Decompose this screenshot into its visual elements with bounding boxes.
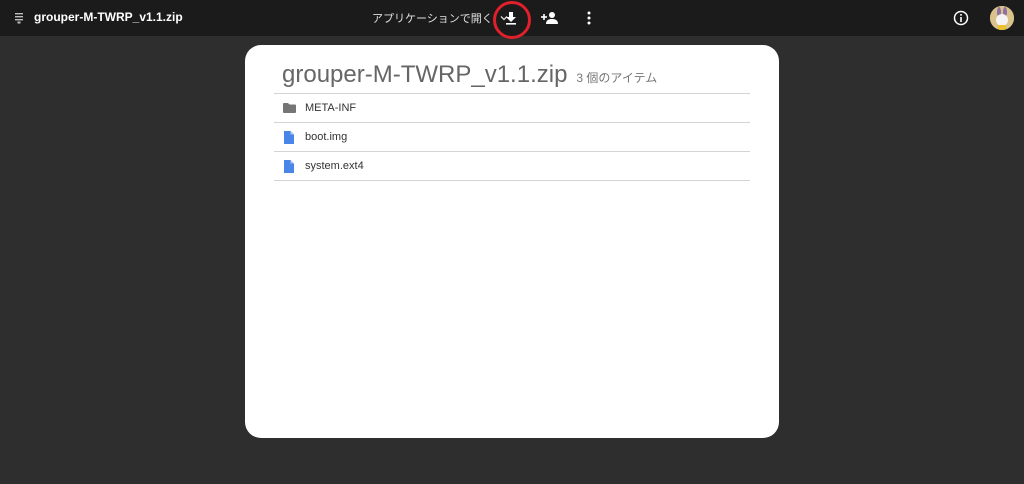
add-people-button[interactable] [538,6,562,30]
download-icon [506,12,516,25]
item-name: boot.img [305,131,348,143]
list-item[interactable]: META-INF [274,94,750,123]
add-person-icon [541,12,558,24]
archive-file-list: META-INF boot.img system.ext4 [274,93,750,181]
card-header: grouper-M-TWRP_v1.1.zip 3 個のアイテム [282,61,657,89]
item-name: META-INF [305,102,357,114]
document-icon [282,130,296,144]
open-with-label: アプリケーションで開く [372,13,493,25]
list-item[interactable]: system.ext4 [274,152,750,181]
file-name: grouper-M-TWRP_v1.1.zip [34,10,183,24]
archive-title: grouper-M-TWRP_v1.1.zip [282,61,568,88]
archive-file-icon [15,13,23,24]
top-bar: grouper-M-TWRP_v1.1.zip アプリケーションで開く [0,0,1024,39]
info-icon [953,10,969,26]
account-avatar[interactable] [990,6,1014,30]
more-options-button[interactable] [577,6,601,30]
open-with-button[interactable]: アプリケーションで開く [372,10,509,26]
document-icon [282,159,296,173]
folder-icon [282,101,296,115]
more-vert-icon [587,11,591,25]
archive-preview-card: grouper-M-TWRP_v1.1.zip 3 個のアイテム META-IN… [245,45,779,438]
download-button[interactable] [499,6,523,30]
avatar-image [990,6,1014,30]
item-name: system.ext4 [305,160,364,172]
item-count: 3 個のアイテム [576,71,658,85]
details-button[interactable] [949,6,973,30]
list-item[interactable]: boot.img [274,123,750,152]
